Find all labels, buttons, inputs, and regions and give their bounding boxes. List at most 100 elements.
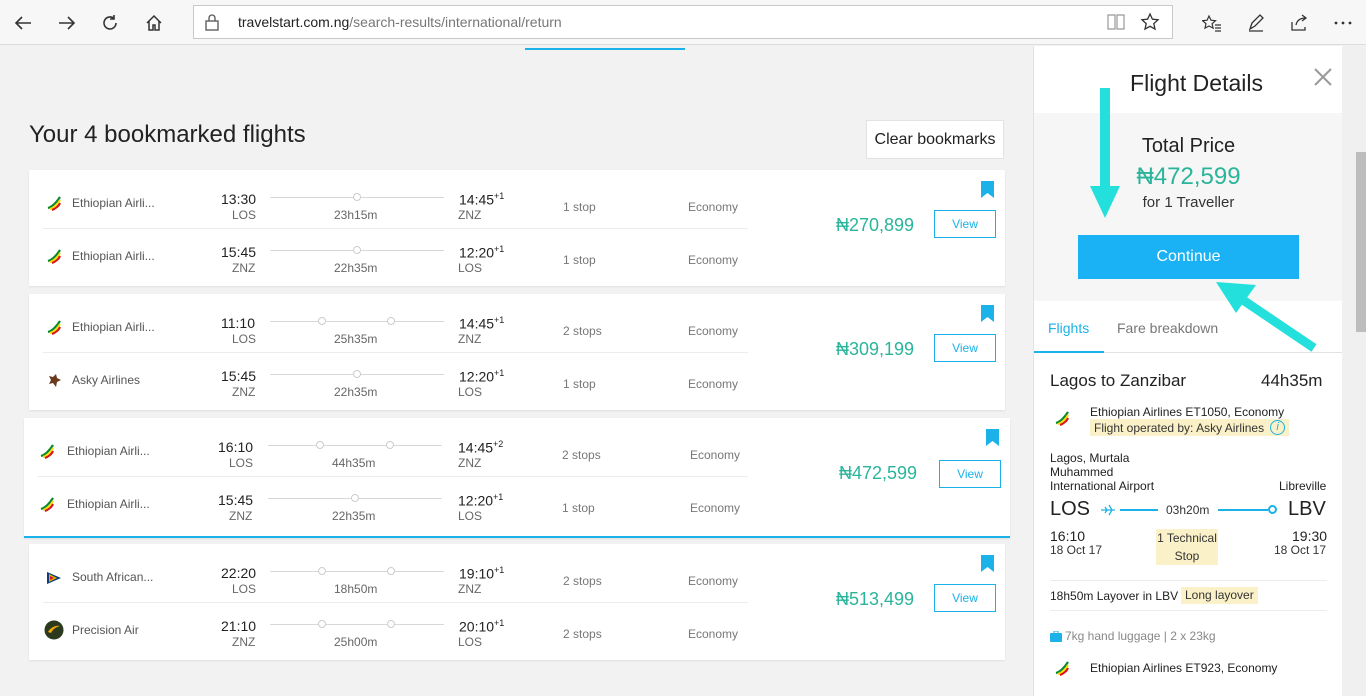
tab-flights[interactable]: Flights [1048,320,1089,336]
ethiopian-logo-icon [40,444,54,459]
share-button[interactable] [1284,8,1314,38]
stop-dot [353,370,361,378]
segment-departure-date: 18 Oct 17 [1050,543,1103,557]
arrival-airport: LOS [458,385,483,399]
segment-airline: Ethiopian Airlines ET1050, Economy [1090,405,1285,419]
flight-duration: 18h50m [334,582,378,596]
flight-duration: 22h35m [334,385,378,399]
segment-end-dot [1268,505,1277,514]
panel-tabs: Flights Fare breakdown [1034,308,1342,353]
cabin-class: Economy [688,200,739,214]
long-layover-badge: Long layover [1181,587,1258,604]
stop-dot [353,193,361,201]
arrival-airport: LOS [458,635,483,649]
next-segment-airline: Ethiopian Airlines ET923, Economy [1090,661,1278,675]
flight-duration: 23h15m [334,208,378,222]
reading-view-icon[interactable] [1106,13,1126,31]
airline-name: South African... [72,570,154,584]
continue-button[interactable]: Continue [1078,235,1299,279]
divider [1050,610,1327,611]
departure-airport: ZNZ [229,509,253,523]
departure-time: 21:10 [221,618,257,634]
arrival-time: 14:45+1 [459,315,505,332]
refresh-icon [103,15,117,30]
stop-dot [318,567,326,575]
page-scrollbar[interactable] [1342,46,1366,696]
arrival-airport: ZNZ [458,208,482,222]
divider [1050,580,1327,581]
plane-icon [1101,504,1115,516]
total-price-label: Total Price [1141,135,1236,157]
bookmark-icon[interactable] [981,305,994,322]
stop-dot [318,620,326,628]
favorites-hub-button[interactable] [1197,8,1227,38]
arrival-airport: LOS [458,261,483,275]
browser-toolbar: travelstart.com.ng/search-results/intern… [0,0,1366,45]
address-bar[interactable]: travelstart.com.ng/search-results/intern… [193,5,1173,39]
flight-card[interactable]: Ethiopian Airli... 11:10 LOS 25h35m 14:4… [29,294,1005,410]
departure-airport: LOS [232,208,257,222]
bookmark-icon[interactable] [981,181,994,198]
refresh-button[interactable] [95,8,125,38]
favorite-star-icon[interactable] [1140,12,1160,32]
flight-card[interactable]: Ethiopian Airli... 13:30 LOS 23h15m 14:4… [29,170,1005,286]
traveller-count: for 1 Traveller [1142,194,1235,211]
stops-count: 1 stop [563,200,596,214]
arrival-airport: ZNZ [458,332,482,346]
arrival-code: LBV [1288,498,1326,520]
stop-dot [386,441,394,449]
view-button[interactable]: View [934,584,996,612]
scrollbar-thumb[interactable] [1356,152,1366,332]
south-african-logo-icon [47,572,61,584]
forward-button[interactable] [52,8,82,38]
page-title: Your 4 bookmarked flights [29,121,306,148]
departure-time: 22:20 [221,565,257,581]
total-price-value: ₦472,599 [1136,163,1241,190]
segment-arrival-time: 19:30 [1292,528,1328,544]
clear-bookmarks-button[interactable]: Clear bookmarks [866,120,1004,159]
flight-duration: 22h35m [334,261,378,275]
bookmark-icon[interactable] [981,555,994,572]
info-icon[interactable]: i [1270,420,1286,435]
more-button[interactable] [1328,8,1358,38]
airline-name: Ethiopian Airli... [72,249,155,263]
back-button[interactable] [8,8,38,38]
close-icon[interactable] [1312,66,1334,88]
flight-card[interactable]: South African... 22:20 LOS 18h50m 19:10+… [29,544,1005,660]
stop-dot [316,441,324,449]
ethiopian-logo-icon [47,249,61,264]
arrival-time: 14:45+2 [458,439,504,456]
route-title: Lagos to Zanzibar [1050,371,1187,390]
stop-dot [387,317,395,325]
active-tab-indicator [525,48,685,50]
view-button[interactable]: View [934,334,996,362]
lock-icon [205,14,219,31]
flight-card-selected[interactable]: Ethiopian Airli... 16:10 LOS 44h35m 14:4… [24,418,1010,538]
home-button[interactable] [139,8,169,38]
departure-time: 16:10 [218,439,254,455]
cabin-class: Economy [688,324,739,338]
asky-logo-icon [49,374,61,387]
flight-price: ₦309,199 [836,339,915,359]
url-text: travelstart.com.ng/search-results/intern… [238,14,562,30]
stop-dot [387,620,395,628]
ethiopian-logo-icon [1055,661,1069,676]
view-button[interactable]: View [934,210,996,238]
arrival-time: 20:10+1 [459,618,505,635]
pen-icon [1248,14,1264,32]
flight-duration: 44h35m [332,456,376,470]
operated-by-badge: Flight operated by: Asky Airlines i [1090,419,1290,436]
arrow-right-icon [59,16,76,30]
bookmark-icon[interactable] [986,429,999,446]
arrival-airport: ZNZ [458,582,482,596]
airline-name: Ethiopian Airli... [72,320,155,334]
arrival-time: 19:10+1 [459,565,505,582]
arrival-airport: ZNZ [458,456,482,470]
arrival-airport: LOS [458,509,483,523]
web-note-button[interactable] [1241,8,1271,38]
stop-dot [353,246,361,254]
view-button[interactable]: View [939,460,1001,488]
stop-dot [351,494,359,502]
flight-details-panel: Flight Details Total Price ₦472,599 for … [1033,46,1342,696]
tab-fare-breakdown[interactable]: Fare breakdown [1117,320,1218,336]
